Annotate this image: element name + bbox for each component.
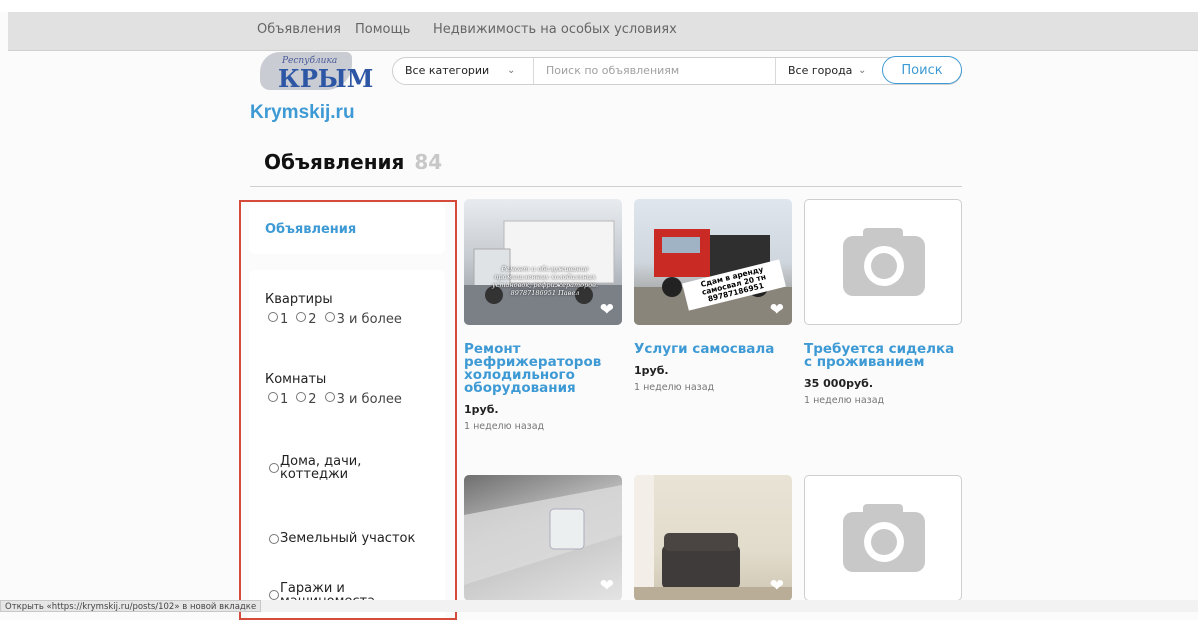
sofa-photo-icon [634, 475, 792, 601]
radio-rooms-1[interactable]: 1 [268, 392, 288, 407]
radio-apartments-3plus[interactable]: 3 и более [324, 312, 402, 327]
sidebar-header-label: Объявления [265, 222, 357, 237]
chevron-down-icon: ⌄ [858, 65, 867, 76]
category-select[interactable]: Все категории ⌄ [393, 58, 533, 84]
radio-circle-icon [296, 392, 307, 402]
listing-time: 1 неделю назад [804, 395, 885, 406]
search-input[interactable]: Поиск по объявлениям [534, 58, 774, 84]
category-land[interactable]: Земельный участок [269, 532, 429, 548]
listing-image[interactable]: ❤ [634, 475, 792, 601]
listing-image[interactable]: Сдам в аренду самосвал 20 тн 89787186951… [634, 199, 792, 325]
nav-link-ads[interactable]: Объявления [257, 22, 341, 37]
listing-card[interactable]: Ремонт и обслуживание промышленных холод… [464, 199, 622, 432]
city-select[interactable]: Все города ⌄ [776, 58, 882, 84]
filter-sidebar: Объявления Квартиры 123 и более Комнаты … [239, 200, 457, 620]
apartments-options: 12 3 и более [268, 312, 410, 327]
listing-card[interactable]: ❤ Требуется сиделка с проживанием 35 000… [804, 199, 962, 406]
category-land-label: Земельный участок [280, 531, 416, 546]
radio-circle-icon [268, 312, 278, 322]
radio-circle-icon [269, 590, 279, 600]
radio-circle-icon [324, 392, 335, 402]
site-logo[interactable]: Республика КРЫМ Krymskij.ru [250, 52, 390, 148]
heart-icon[interactable]: ❤ [600, 302, 614, 319]
listing-price: 35 000руб. [804, 377, 874, 390]
logo-big-text: КРЫМ [278, 64, 374, 93]
top-nav: Объявления Помощь Недвижимость на особых… [8, 12, 1198, 51]
sidebar-header[interactable]: Объявления [249, 204, 445, 254]
glass-shelf-photo-icon [464, 485, 622, 585]
truck-photo-icon [464, 220, 622, 325]
photo-caption: Ремонт и обслуживание промышленных холод… [491, 265, 599, 297]
filter-title-rooms: Комнаты [265, 372, 327, 387]
listing-card[interactable]: ❤ [464, 475, 622, 601]
heart-icon[interactable]: ❤ [600, 578, 614, 595]
page-title-text: Объявления [264, 150, 405, 174]
listing-title[interactable]: Ремонт рефрижераторов холодильного обору… [464, 342, 622, 395]
filter-panel: Квартиры 123 и более Комнаты 123 и более… [249, 270, 445, 618]
radio-circle-icon [296, 312, 307, 322]
listing-price: 1руб. [634, 364, 669, 377]
listing-card[interactable]: ❤ [634, 475, 792, 601]
camera-icon [843, 504, 925, 572]
city-select-value: Все города [788, 64, 853, 77]
page-title: Объявления 84 [264, 150, 442, 174]
browser-top-strip [0, 0, 1198, 12]
category-select-value: Все категории [405, 64, 490, 77]
listing-title[interactable]: Услуги самосвала [634, 342, 792, 356]
nav-link-help[interactable]: Помощь [355, 22, 410, 37]
camera-icon [843, 228, 925, 296]
chevron-down-icon: ⌄ [507, 65, 516, 76]
listing-card[interactable]: ❤ [804, 475, 962, 601]
radio-apartments-2[interactable]: 2 [296, 312, 317, 327]
radio-apartments-1[interactable]: 1 [268, 312, 288, 327]
category-houses-label: Дома, дачи, коттеджи [280, 454, 362, 482]
listing-card[interactable]: Сдам в аренду самосвал 20 тн 89787186951… [634, 199, 792, 393]
listing-image[interactable]: ❤ [464, 475, 622, 601]
listing-time: 1 неделю назад [634, 382, 715, 393]
listing-image-placeholder[interactable]: ❤ [804, 199, 962, 325]
browser-status-bar: Открыть «https://krymskij.ru/posts/102» … [0, 600, 1198, 612]
link-hover-hint: Открыть «https://krymskij.ru/posts/102» … [0, 600, 262, 612]
filter-title-apartments: Квартиры [265, 292, 333, 307]
search-bar: Все категории ⌄ Поиск по объявлениям Все… [392, 57, 962, 85]
heart-icon[interactable]: ❤ [939, 577, 953, 594]
title-divider [250, 186, 962, 187]
listing-image-placeholder[interactable]: ❤ [804, 475, 962, 601]
search-input-placeholder: Поиск по объявлениям [546, 64, 680, 77]
heart-icon[interactable]: ❤ [770, 302, 784, 319]
search-button[interactable]: Поиск [882, 56, 962, 84]
heart-icon[interactable]: ❤ [939, 301, 953, 318]
rooms-options: 12 3 и более [268, 392, 410, 407]
heart-icon[interactable]: ❤ [770, 578, 784, 595]
listing-count: 84 [414, 150, 443, 174]
listing-time: 1 неделю назад [464, 421, 545, 432]
logo-site-name: Krymskij.ru [250, 102, 355, 123]
category-houses[interactable]: Дома, дачи, коттеджи [269, 455, 429, 485]
nav-link-special-realty[interactable]: Недвижимость на особых условиях [433, 22, 677, 37]
listing-image[interactable]: Ремонт и обслуживание промышленных холод… [464, 199, 622, 325]
listing-title[interactable]: Требуется сиделка с проживанием [804, 342, 962, 369]
radio-circle-icon [269, 463, 279, 473]
radio-rooms-2[interactable]: 2 [296, 392, 317, 407]
radio-circle-icon [324, 312, 335, 322]
radio-rooms-3plus[interactable]: 3 и более [324, 392, 402, 407]
radio-circle-icon [268, 392, 278, 402]
radio-circle-icon [269, 534, 279, 544]
listing-price: 1руб. [464, 403, 499, 416]
